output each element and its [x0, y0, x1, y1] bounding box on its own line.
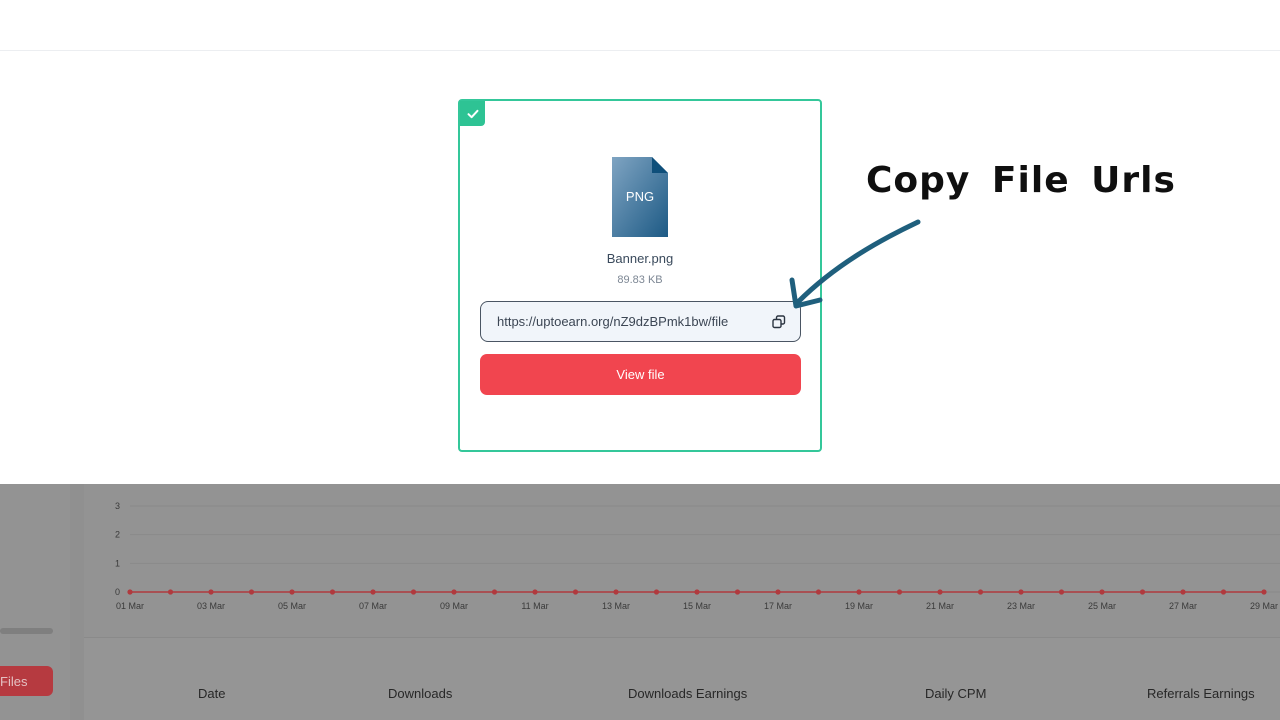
column-header-daily-cpm: Daily CPM	[925, 686, 987, 701]
data-point	[248, 589, 255, 595]
sidebar-edge	[70, 484, 84, 720]
data-point	[1099, 589, 1105, 595]
data-point	[734, 589, 741, 595]
checkmark-icon	[460, 101, 485, 126]
downloads-chart: 0 1 2 3 01 Mar 03 Mar 05 Mar 07 Mar 09 Mar 11 Mar…	[84, 484, 1280, 638]
data-point	[329, 589, 336, 595]
data-point	[694, 589, 700, 595]
x-tick-label: 09 Mar	[440, 601, 468, 611]
data-point	[208, 589, 214, 595]
data-point	[896, 589, 903, 595]
data-point	[1139, 589, 1146, 595]
x-tick-label: 21 Mar	[926, 601, 954, 611]
data-point	[289, 589, 295, 595]
data-point	[572, 589, 579, 595]
x-tick-label: 15 Mar	[683, 601, 711, 611]
x-tick-label: 23 Mar	[1007, 601, 1035, 611]
data-point	[410, 589, 417, 595]
data-point	[1180, 589, 1186, 595]
y-tick-label: 3	[115, 501, 120, 511]
data-point	[1018, 589, 1024, 595]
x-tick-label: 03 Mar	[197, 601, 225, 611]
file-size: 89.83 KB	[617, 274, 663, 286]
annotation-arrow-icon	[789, 219, 921, 309]
x-tick-label: 13 Mar	[602, 601, 630, 611]
x-tick-label: 01 Mar	[116, 601, 144, 611]
file-url-text[interactable]: https://uptoearn.org/nZ9dzBPmk1bw/file	[497, 314, 770, 329]
x-tick-label: 17 Mar	[764, 601, 792, 611]
data-point	[167, 589, 174, 595]
header-divider	[0, 50, 1280, 51]
dimmed-dashboard: Files 0 1 2 3 01 Mar 03 Mar 05 Mar 07 Mar 09 Mar…	[0, 484, 1280, 720]
data-point	[451, 589, 457, 595]
file-type-label: PNG	[626, 189, 654, 204]
x-tick-label: 19 Mar	[845, 601, 873, 611]
y-tick-label: 0	[115, 587, 120, 597]
data-point	[1058, 589, 1065, 595]
y-tick-label: 2	[115, 530, 120, 540]
data-point	[937, 589, 943, 595]
x-tick-label: 05 Mar	[278, 601, 306, 611]
column-header-downloads-earnings: Downloads Earnings	[628, 686, 748, 701]
data-point	[856, 589, 862, 595]
data-point	[370, 589, 376, 595]
screenshot-stage: PNG Banner.png 89.83 KB https://uptoearn…	[0, 0, 1280, 720]
data-point	[491, 589, 498, 595]
storage-progress-bar	[0, 628, 53, 634]
column-header-referrals-earnings: Referrals Earnings	[1147, 686, 1255, 701]
data-point	[1261, 589, 1267, 595]
data-point	[775, 589, 781, 595]
data-point	[977, 589, 984, 595]
data-point	[532, 589, 538, 595]
file-url-field[interactable]: https://uptoearn.org/nZ9dzBPmk1bw/file	[480, 301, 801, 342]
column-header-date: Date	[198, 686, 226, 701]
file-name: Banner.png	[606, 251, 674, 266]
uploaded-file-card: PNG Banner.png 89.83 KB https://uptoearn…	[458, 99, 822, 452]
data-point	[613, 589, 619, 595]
files-button[interactable]: Files	[0, 666, 53, 696]
x-tick-label: 27 Mar	[1169, 601, 1197, 611]
data-point	[127, 589, 133, 595]
data-point	[1220, 589, 1227, 595]
data-point	[815, 589, 822, 595]
x-tick-label: 29 Mar	[1250, 601, 1278, 611]
png-file-icon: PNG	[612, 157, 668, 237]
x-tick-label: 11 Mar	[521, 601, 548, 611]
x-tick-label: 25 Mar	[1088, 601, 1116, 611]
data-point	[653, 589, 660, 595]
chart-canvas: 0 1 2 3 01 Mar 03 Mar 05 Mar 07 Mar 09 Mar 11 Mar…	[115, 501, 1280, 611]
view-file-button[interactable]: View file	[480, 354, 801, 395]
annotation-label: Copy File Urls	[866, 160, 1176, 201]
stats-table-header: Date Downloads Downloads Earnings Daily …	[84, 674, 1280, 714]
column-header-downloads: Downloads	[388, 686, 453, 701]
x-tick-label: 07 Mar	[359, 601, 387, 611]
y-tick-label: 1	[115, 558, 120, 568]
